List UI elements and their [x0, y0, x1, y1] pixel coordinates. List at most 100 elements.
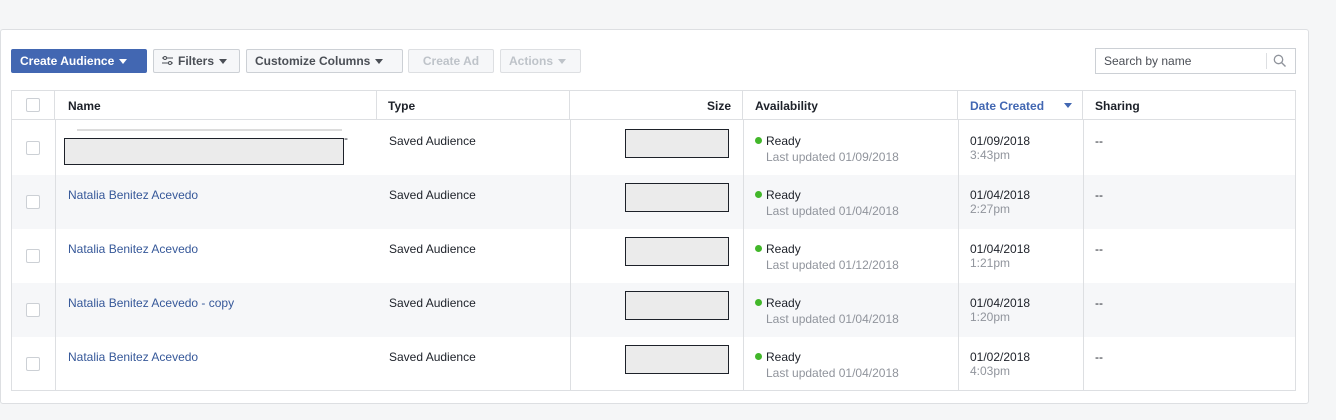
- redacted-name-box: [64, 138, 344, 165]
- filters-label: Filters: [178, 54, 215, 68]
- date-text: 01/02/2018: [970, 350, 1031, 364]
- column-divider: [570, 120, 571, 391]
- time-text: 1:21pm: [970, 256, 1011, 270]
- row-checkbox[interactable]: [26, 303, 40, 317]
- audience-name-link[interactable]: Natalia Benitez Acevedo: [68, 350, 198, 364]
- status-dot-icon: [755, 245, 762, 252]
- audience-name-link[interactable]: Natalia Benitez Acevedo: [68, 242, 198, 256]
- row-checkbox[interactable]: [26, 249, 40, 263]
- column-header-size[interactable]: Size: [570, 91, 743, 120]
- availability-cell: Ready Last updated 01/09/2018: [755, 134, 899, 164]
- date-text: 01/04/2018: [970, 296, 1031, 310]
- create-ad-label: Create Ad: [422, 54, 480, 68]
- search-input[interactable]: [1096, 50, 1266, 72]
- toolbar: Create Audience Filters Customize Column…: [11, 48, 1296, 74]
- status-text: Ready: [766, 296, 801, 310]
- status-text: Ready: [766, 188, 801, 202]
- type-value: Saved Audience: [389, 188, 476, 202]
- table-row: Natalia Benitez Acevedo Saved Audience R…: [12, 229, 1295, 283]
- actions-button[interactable]: Actions: [500, 49, 581, 73]
- status-text: Ready: [766, 350, 801, 364]
- status-dot-icon: [755, 191, 762, 198]
- date-text: 01/04/2018: [970, 242, 1031, 256]
- column-sharing-label: Sharing: [1095, 98, 1140, 113]
- size-value-redacted: [625, 345, 729, 374]
- time-text: 2:27pm: [970, 202, 1011, 216]
- caret-down-icon: [558, 58, 567, 64]
- caret-down-icon: [119, 58, 128, 64]
- column-header-name[interactable]: Name: [55, 91, 377, 120]
- status-text: Ready: [766, 134, 801, 148]
- row-checkbox[interactable]: [26, 141, 40, 155]
- select-all-cell: [12, 91, 55, 120]
- column-divider: [55, 120, 56, 391]
- size-value-redacted: [625, 237, 729, 266]
- row-checkbox[interactable]: [26, 195, 40, 209]
- create-ad-button[interactable]: Create Ad: [408, 49, 494, 73]
- type-value: Saved Audience: [389, 134, 476, 148]
- select-all-checkbox[interactable]: [26, 98, 40, 112]
- search-divider: [1266, 53, 1267, 69]
- column-date-created-label: Date Created: [970, 98, 1045, 113]
- column-size-label: Size: [706, 98, 731, 113]
- time-text: 1:20pm: [970, 310, 1011, 324]
- sliders-icon: [162, 54, 173, 68]
- magnifier-icon[interactable]: [1273, 54, 1287, 68]
- sharing-value: --: [1095, 296, 1103, 310]
- time-text: 3:43pm: [970, 148, 1011, 162]
- table-header: Name Type Size Availability Date Created…: [12, 91, 1295, 120]
- last-updated-text: Last updated 01/04/2018: [766, 366, 899, 380]
- redacted-name-suffix: -: [344, 131, 348, 145]
- type-value: Saved Audience: [389, 296, 476, 310]
- size-value-redacted: [625, 129, 729, 158]
- sharing-value: --: [1095, 188, 1103, 202]
- table-row: Natalia Benitez Acevedo - copy Saved Aud…: [12, 283, 1295, 337]
- create-audience-label: Create Audience: [20, 54, 115, 68]
- redacted-name-line: [77, 129, 342, 131]
- table-row: Natalia Benitez Acevedo Saved Audience R…: [12, 337, 1295, 391]
- type-value: Saved Audience: [389, 242, 476, 256]
- status-dot-icon: [755, 299, 762, 306]
- last-updated-text: Last updated 01/04/2018: [766, 312, 899, 326]
- table-row: Natalia Benitez Acevedo Saved Audience R…: [12, 175, 1295, 229]
- column-header-availability[interactable]: Availability: [743, 91, 958, 120]
- date-created-cell: 01/04/2018 2:27pm: [970, 188, 1030, 216]
- availability-cell: Ready Last updated 01/04/2018: [755, 296, 899, 326]
- date-text: 01/09/2018: [970, 134, 1031, 148]
- audience-name-link[interactable]: Natalia Benitez Acevedo: [68, 188, 198, 202]
- column-header-type[interactable]: Type: [377, 91, 570, 120]
- availability-cell: Ready Last updated 01/12/2018: [755, 242, 899, 272]
- table-row: - Saved Audience Ready Last updated 01/0…: [12, 121, 1295, 175]
- column-availability-label: Availability: [755, 98, 818, 113]
- caret-down-icon: [375, 58, 384, 64]
- sharing-value: --: [1095, 350, 1103, 364]
- date-text: 01/04/2018: [970, 188, 1031, 202]
- date-created-cell: 01/02/2018 4:03pm: [970, 350, 1030, 378]
- audiences-table: Name Type Size Availability Date Created…: [11, 90, 1296, 391]
- column-name-label: Name: [68, 98, 101, 113]
- date-created-cell: 01/09/2018 3:43pm: [970, 134, 1030, 162]
- date-created-cell: 01/04/2018 1:20pm: [970, 296, 1030, 324]
- date-created-cell: 01/04/2018 1:21pm: [970, 242, 1030, 270]
- last-updated-text: Last updated 01/09/2018: [766, 150, 899, 164]
- search-field: [1095, 48, 1296, 74]
- create-audience-button[interactable]: Create Audience: [11, 49, 147, 73]
- size-value-redacted: [625, 183, 729, 212]
- row-checkbox[interactable]: [26, 357, 40, 371]
- type-value: Saved Audience: [389, 350, 476, 364]
- column-header-date-created[interactable]: Date Created: [958, 91, 1083, 120]
- caret-down-icon: [219, 58, 228, 64]
- filters-button[interactable]: Filters: [153, 49, 240, 73]
- column-header-sharing[interactable]: Sharing: [1083, 91, 1296, 120]
- status-dot-icon: [755, 137, 762, 144]
- availability-cell: Ready Last updated 01/04/2018: [755, 350, 899, 380]
- sharing-value: --: [1095, 134, 1103, 148]
- sort-descending-icon: [1064, 103, 1072, 108]
- sharing-value: --: [1095, 242, 1103, 256]
- last-updated-text: Last updated 01/04/2018: [766, 204, 899, 218]
- audience-name-link[interactable]: Natalia Benitez Acevedo - copy: [68, 296, 234, 310]
- customize-columns-button[interactable]: Customize Columns: [246, 49, 403, 73]
- column-divider: [1083, 120, 1084, 391]
- time-text: 4:03pm: [970, 364, 1011, 378]
- column-divider: [743, 120, 744, 391]
